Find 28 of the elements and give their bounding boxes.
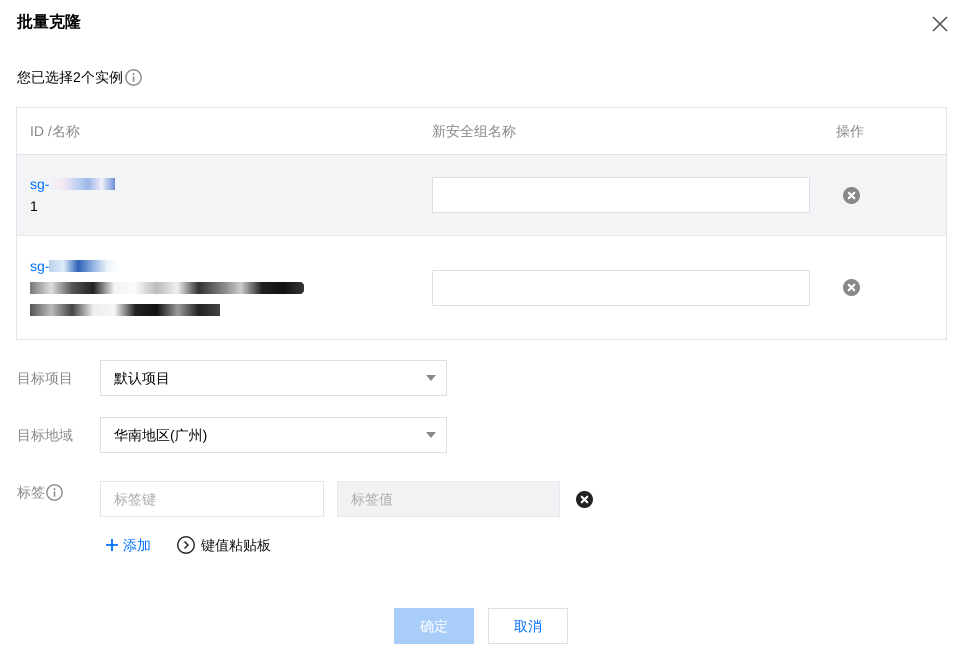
tag-key-input[interactable]: 标签键 — [100, 481, 324, 517]
select-field[interactable]: 华南地区(广州) — [100, 417, 447, 453]
select-field[interactable]: 默认项目 — [100, 360, 447, 396]
column-header: ID /名称 — [30, 122, 80, 138]
security-group-link[interactable]: sg- — [30, 173, 50, 195]
add-tag-button[interactable]: 添加 — [106, 535, 151, 555]
column-header: 操作 — [836, 122, 864, 138]
plus-icon — [106, 539, 118, 551]
instance-name: 1 — [30, 197, 38, 216]
info-icon[interactable] — [46, 484, 63, 500]
security-group-name-input[interactable] — [432, 270, 810, 306]
caret-icon — [426, 375, 436, 381]
paste-board-button[interactable]: 键值粘贴板 — [177, 535, 271, 555]
column-header: 新安全组名称 — [432, 122, 516, 138]
field-label: 目标项目 — [16, 369, 74, 388]
security-group-name-input[interactable] — [432, 177, 810, 213]
cancel-button[interactable]: 取消 — [488, 608, 568, 644]
security-group-link[interactable]: sg- — [30, 254, 50, 276]
info-icon[interactable] — [124, 69, 142, 86]
selection-note: 您已选择2个实例 — [17, 68, 123, 87]
dialog-title: 批量克隆 — [16, 12, 81, 33]
field-label: 目标地域 — [16, 426, 74, 445]
remove-icon[interactable] — [576, 490, 593, 508]
caret-icon — [426, 432, 436, 438]
chevron-circle-icon — [177, 536, 195, 554]
close-icon[interactable] — [932, 16, 948, 32]
table-row[interactable]: sg- 1 — [17, 155, 946, 236]
field-label: 标签 — [17, 483, 45, 502]
